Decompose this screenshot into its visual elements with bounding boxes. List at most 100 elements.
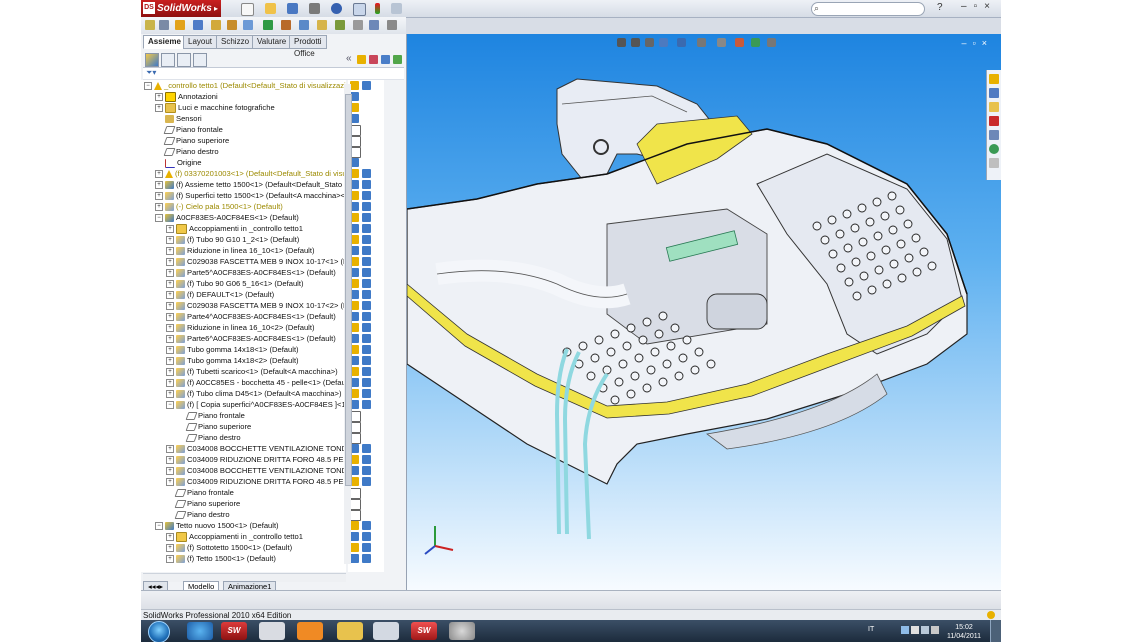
tree-node[interactable]: Origine [155, 157, 201, 168]
tree-node[interactable]: − A0CF83ES-A0CF84ES<1> (Default) [155, 212, 299, 223]
tree-node[interactable]: + (f) Tubo 90 G06 5_16<1> (Default) [166, 278, 304, 289]
save-icon[interactable] [287, 3, 298, 14]
custom-properties-icon[interactable] [989, 158, 999, 168]
tree-node[interactable]: + (f) Superfici tetto 1500<1> (Default<A … [155, 190, 346, 201]
expand-icon[interactable]: + [166, 533, 174, 541]
tree-node[interactable]: + (-) Cielo pala 1500<1> (Default) [155, 201, 283, 212]
tree-node[interactable]: + (f) Tubo clima D45<1> (Default<A macchi… [166, 388, 341, 399]
new-document-icon[interactable] [241, 3, 254, 16]
appearance-icon[interactable] [362, 246, 371, 255]
cad-model-render[interactable] [407, 34, 1001, 590]
appearance-icon[interactable] [362, 466, 371, 475]
linear-pattern-icon[interactable] [193, 20, 203, 30]
tree-node[interactable]: + C034009 RIDUZIONE DRITTA FORO 48.5 PER … [166, 454, 346, 465]
appearance-icon[interactable] [362, 180, 371, 189]
appearance-icon[interactable] [362, 290, 371, 299]
reference-geometry-icon[interactable] [281, 20, 291, 30]
tab-assieme[interactable]: Assieme [143, 35, 186, 49]
search-input[interactable]: ⌕ [811, 2, 925, 16]
expand-icon[interactable]: + [166, 225, 174, 233]
appearance-icon[interactable] [362, 81, 371, 90]
mate-icon[interactable] [175, 20, 185, 30]
exploded-view-icon[interactable] [335, 20, 345, 30]
property-manager-icon[interactable] [161, 53, 175, 67]
solidworks-active-icon[interactable]: SW [411, 622, 437, 640]
zoom-to-fit-icon[interactable] [617, 38, 626, 47]
expand-icon[interactable]: + [166, 269, 174, 277]
display-style-icon[interactable] [697, 38, 706, 47]
appearance-icon[interactable] [362, 323, 371, 332]
configuration-manager-icon[interactable] [177, 53, 191, 67]
appearance-icon[interactable] [362, 455, 371, 464]
appearance-icon[interactable] [362, 356, 371, 365]
new-motion-study-icon[interactable] [299, 20, 309, 30]
display-state-icon[interactable] [350, 521, 359, 530]
display-pane-icon-3[interactable] [381, 55, 390, 64]
large-assembly-icon[interactable] [387, 20, 397, 30]
design-library-icon[interactable] [989, 88, 999, 98]
search-results-icon[interactable] [989, 116, 999, 126]
expand-icon[interactable]: + [155, 170, 163, 178]
tree-node[interactable]: − (f) [ Copia superfici^A0CF83ES-A0CF84ES… [166, 399, 346, 410]
internet-explorer-icon[interactable] [187, 622, 213, 640]
insert-component-icon[interactable] [159, 20, 169, 30]
tree-node[interactable]: + (f) Tubo 90 G10 1_2<1> (Default) [166, 234, 299, 245]
tree-node[interactable]: + Accoppiamenti in _controllo tetto1 [166, 223, 303, 234]
expand-icon[interactable]: + [155, 203, 163, 211]
expand-icon[interactable]: + [166, 456, 174, 464]
section-view-icon[interactable] [659, 38, 668, 47]
appearance-icon[interactable] [362, 543, 371, 552]
tree-node[interactable]: Piano destro [177, 432, 241, 443]
display-pane-icon-1[interactable] [357, 55, 366, 64]
dimxpert-icon[interactable] [193, 53, 207, 67]
collapse-icon[interactable]: − [144, 82, 152, 90]
tree-node[interactable]: + C029038 FASCETTA MEB 9 INOX 10-17<2> (D… [166, 300, 346, 311]
tree-node[interactable]: Sensori [155, 113, 202, 124]
scrollbar-thumb[interactable] [345, 94, 352, 486]
outlook-icon[interactable] [373, 622, 399, 640]
tree-node[interactable]: + Accoppiamenti in _controllo tetto1 [166, 531, 303, 542]
viewport-window-controls[interactable]: –▫× [962, 38, 993, 48]
tab-layout[interactable]: Layout [183, 35, 218, 49]
tree-node[interactable]: + Parte4^A0CF83ES-A0CF84ES<1> (Default) [166, 311, 336, 322]
tree-vertical-scrollbar[interactable] [344, 84, 352, 564]
select-icon[interactable] [353, 3, 366, 16]
tree-node[interactable]: + (f) 03370201003<1> (Default<Default_Sta… [155, 168, 346, 179]
expand-icon[interactable]: + [166, 324, 174, 332]
show-hidden-icon[interactable] [243, 20, 253, 30]
expand-icon[interactable]: + [155, 104, 163, 112]
language-indicator[interactable]: IT [868, 626, 874, 633]
expand-icon[interactable]: + [166, 445, 174, 453]
tree-node[interactable]: + C034008 BOCCHETTE VENTILAZIONE TONDE Ø7… [166, 465, 346, 476]
document-icon[interactable] [259, 622, 285, 640]
open-icon[interactable] [265, 3, 276, 14]
feature-tree-icon[interactable] [145, 53, 159, 67]
browser-icon[interactable] [449, 622, 475, 640]
action-center-icon[interactable] [911, 626, 919, 634]
tab-schizzo[interactable]: Schizzo [216, 35, 255, 49]
expand-icon[interactable]: + [166, 247, 174, 255]
expand-icon[interactable]: + [166, 544, 174, 552]
undo-icon[interactable] [331, 3, 342, 14]
expand-icon[interactable]: + [155, 192, 163, 200]
media-player-icon[interactable] [297, 622, 323, 640]
display-pane-icon-4[interactable] [393, 55, 402, 64]
tree-node[interactable]: + Parte6^A0CF83ES-A0CF84ES<1> (Default) [166, 333, 336, 344]
zoom-area-icon[interactable] [631, 38, 640, 47]
appearance-icon[interactable] [362, 367, 371, 376]
appearance-icon[interactable] [362, 444, 371, 453]
system-clock[interactable]: 15:02 11/04/2011 [947, 623, 981, 641]
view-settings-icon[interactable] [767, 38, 776, 47]
start-button[interactable] [148, 621, 170, 642]
tree-node[interactable]: + (f) DEFAULT<1> (Default) [166, 289, 274, 300]
appearance-icon[interactable] [362, 279, 371, 288]
expand-icon[interactable]: + [166, 335, 174, 343]
display-state-icon[interactable] [350, 554, 359, 563]
expand-icon[interactable]: + [155, 181, 163, 189]
display-state-icon[interactable] [350, 81, 359, 90]
print-icon[interactable] [309, 3, 320, 14]
tree-node[interactable]: Piano destro [166, 509, 230, 520]
tree-node[interactable]: Piano superiore [155, 135, 229, 146]
collapse-icon[interactable]: − [155, 214, 163, 222]
expand-icon[interactable]: + [166, 467, 174, 475]
